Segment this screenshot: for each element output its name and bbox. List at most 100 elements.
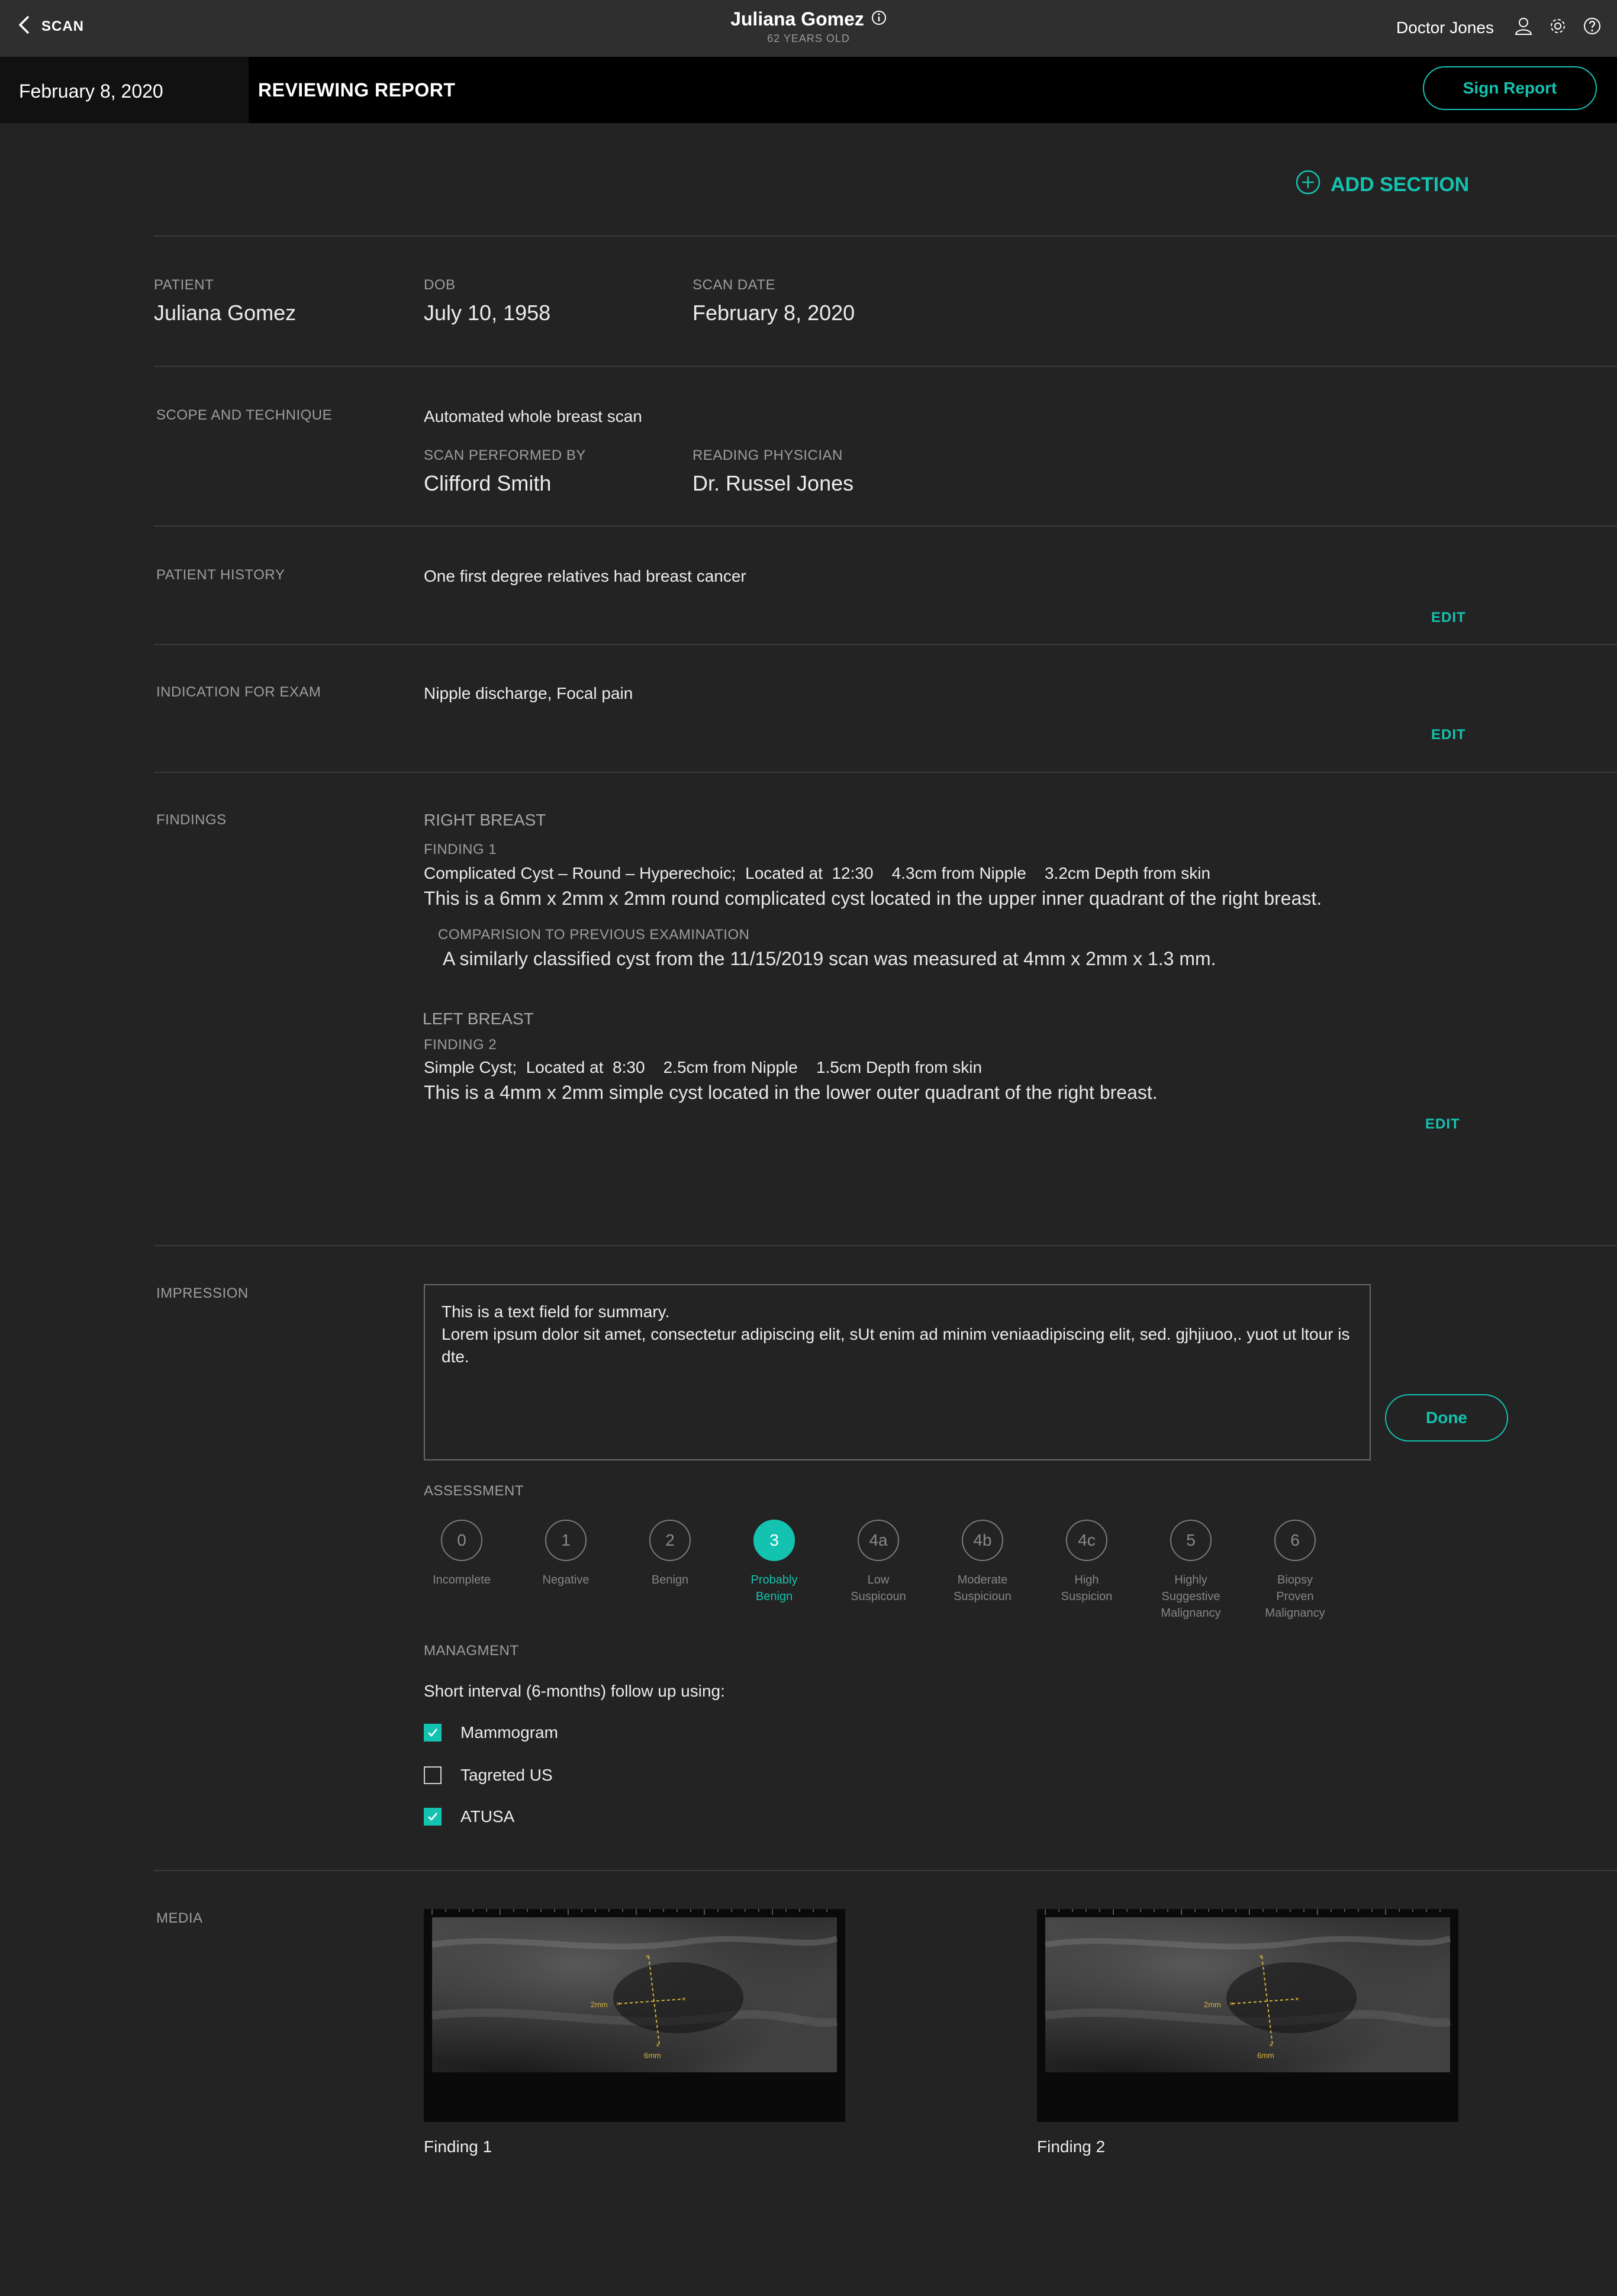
assessment-caption: Probably Benign (727, 1572, 822, 1605)
assessment-circle[interactable]: 3 (753, 1520, 795, 1561)
dob-value: July 10, 1958 (424, 301, 551, 325)
ultrasound-thumbnail[interactable]: × × × × 2mm 6mm (1037, 1909, 1458, 2122)
assessment-option-0[interactable]: 0 Incomplete (414, 1520, 509, 1588)
svg-text:×: × (1229, 2000, 1233, 2008)
assessment-option-2[interactable]: 2 Benign (623, 1520, 717, 1588)
impression-section-label: IMPRESSION (156, 1285, 249, 1301)
management-option[interactable]: ATUSA (424, 1807, 514, 1826)
media-caption: Finding 1 (424, 2137, 492, 2156)
indication-edit-button[interactable]: EDIT (1431, 727, 1466, 743)
checkbox[interactable] (424, 1724, 442, 1742)
findings-section-label: FINDINGS (156, 812, 227, 828)
assessment-caption-line: Moderate (957, 1573, 1008, 1586)
checkbox[interactable] (424, 1766, 442, 1784)
finding-1-description: This is a 6mm x 2mm x 2mm round complica… (424, 888, 1322, 909)
assessment-caption-line: Proven (1276, 1590, 1314, 1603)
patient-value: Juliana Gomez (154, 301, 297, 325)
assessment-circle[interactable]: 5 (1170, 1520, 1212, 1561)
info-icon[interactable] (871, 8, 887, 30)
sign-report-button[interactable]: Sign Report (1423, 66, 1597, 110)
dob-label: DOB (424, 277, 456, 293)
measurement-label-vertical: 6mm (644, 2051, 661, 2060)
assessment-circle[interactable]: 4a (858, 1520, 899, 1561)
assessment-circle[interactable]: 6 (1274, 1520, 1316, 1561)
checkmark-icon (428, 1729, 438, 1737)
history-value: One first degree relatives had breast ca… (424, 567, 746, 585)
assessment-option-1[interactable]: 1 Negative (518, 1520, 613, 1588)
patient-age: 62 YEARS OLD (767, 33, 850, 44)
divider (154, 1245, 1617, 1246)
assessment-caption-line: Biopsy (1277, 1573, 1313, 1586)
assessment-option-6[interactable]: 6 Biopsy Proven Malignancy (1248, 1520, 1342, 1621)
management-option[interactable]: Tagreted US (424, 1766, 553, 1785)
patient-label: PATIENT (154, 277, 214, 293)
checkbox[interactable] (424, 1808, 442, 1826)
add-section-button[interactable]: ADD SECTION (1295, 169, 1469, 201)
report-date: February 8, 2020 (19, 80, 163, 102)
right-breast-title: RIGHT BREAST (424, 811, 546, 829)
assessment-option-4c[interactable]: 4c High Suspicion (1039, 1520, 1134, 1605)
assessment-option-3[interactable]: 3 Probably Benign (727, 1520, 822, 1605)
management-option-label: Mammogram (460, 1723, 558, 1742)
reading-physician-label: READING PHYSICIAN (692, 447, 843, 463)
assessment-caption: Biopsy Proven Malignancy (1248, 1572, 1342, 1621)
assessment-caption-line: Probably (750, 1573, 798, 1586)
assessment-caption-line: High (1074, 1573, 1099, 1586)
svg-text:×: × (682, 1995, 686, 2003)
help-icon[interactable] (1583, 17, 1602, 38)
reading-physician-value: Dr. Russel Jones (692, 471, 854, 495)
assessment-option-4b[interactable]: 4b Moderate Suspicioun (935, 1520, 1030, 1605)
doctor-name[interactable]: Doctor Jones (1396, 18, 1494, 37)
history-edit-button[interactable]: EDIT (1431, 610, 1466, 626)
findings-edit-button[interactable]: EDIT (1425, 1116, 1460, 1133)
finding-2-description: This is a 4mm x 2mm simple cyst located … (424, 1082, 1158, 1103)
finding-1-label: FINDING 1 (424, 841, 497, 857)
assessment-caption: Negative (518, 1572, 613, 1588)
patient-header: Juliana Gomez 62 YEARS OLD (0, 8, 1617, 45)
impression-text-line-1: This is a text field for summary. (442, 1302, 670, 1321)
svg-text:×: × (1295, 1995, 1299, 2003)
assessment-option-5[interactable]: 5 Highly Suggestive Malignancy (1144, 1520, 1238, 1621)
svg-text:×: × (646, 1952, 650, 1960)
assessment-caption-line: Benign (651, 1573, 689, 1586)
comparison-text: A similarly classified cyst from the 11/… (443, 948, 1216, 969)
assessment-caption-line: Incomplete (433, 1573, 491, 1586)
done-button[interactable]: Done (1385, 1394, 1508, 1442)
management-option[interactable]: Mammogram (424, 1723, 558, 1742)
assessment-circle[interactable]: 1 (545, 1520, 587, 1561)
finding-1-summary: Complicated Cyst – Round – Hyperechoic; … (424, 864, 1211, 882)
assessment-circle[interactable]: 0 (441, 1520, 482, 1561)
assessment-circle[interactable]: 4b (962, 1520, 1003, 1561)
user-icon[interactable] (1514, 17, 1533, 38)
indication-value: Nipple discharge, Focal pain (424, 684, 633, 702)
checkmark-icon (428, 1813, 438, 1821)
comparison-label: COMPARISION TO PREVIOUS EXAMINATION (438, 927, 750, 943)
measurement-label-vertical: 6mm (1257, 2051, 1274, 2060)
plus-circle-icon (1295, 169, 1321, 201)
assessment-circle[interactable]: 4c (1066, 1520, 1107, 1561)
scope-value: Automated whole breast scan (424, 407, 642, 425)
gear-icon[interactable] (1548, 17, 1567, 38)
top-right-controls: Doctor Jones (1396, 17, 1602, 38)
assessment-caption-line: Low (867, 1573, 890, 1586)
divider (154, 236, 1617, 237)
patient-name: Juliana Gomez (730, 8, 864, 30)
assessment-caption-line: Malignancy (1161, 1607, 1221, 1620)
assessment-caption: Moderate Suspicioun (935, 1572, 1030, 1605)
divider (154, 366, 1617, 367)
assessment-caption-line: Highly (1174, 1573, 1207, 1586)
assessment-circle[interactable]: 2 (649, 1520, 691, 1561)
impression-text-field[interactable]: This is a text field for summary. Lorem … (424, 1284, 1371, 1460)
assessment-caption-line: Benign (755, 1590, 793, 1603)
add-section-label: ADD SECTION (1331, 173, 1470, 196)
indication-section-label: INDICATION FOR EXAM (156, 684, 321, 700)
divider (154, 644, 1617, 645)
management-label: MANAGMENT (424, 1643, 519, 1659)
ultrasound-thumbnail[interactable]: × × × × 2mm 6mm (424, 1909, 845, 2122)
history-section-label: PATIENT HISTORY (156, 567, 285, 583)
assessment-caption-line: Suspicoun (851, 1590, 906, 1603)
assessment-option-4a[interactable]: 4a Low Suspicoun (831, 1520, 926, 1605)
measurement-label-horizontal: 2mm (1204, 2000, 1221, 2009)
report-bar: February 8, 2020 REVIEWING REPORT Sign R… (0, 57, 1617, 123)
assessment-caption-line: Negative (542, 1573, 590, 1586)
